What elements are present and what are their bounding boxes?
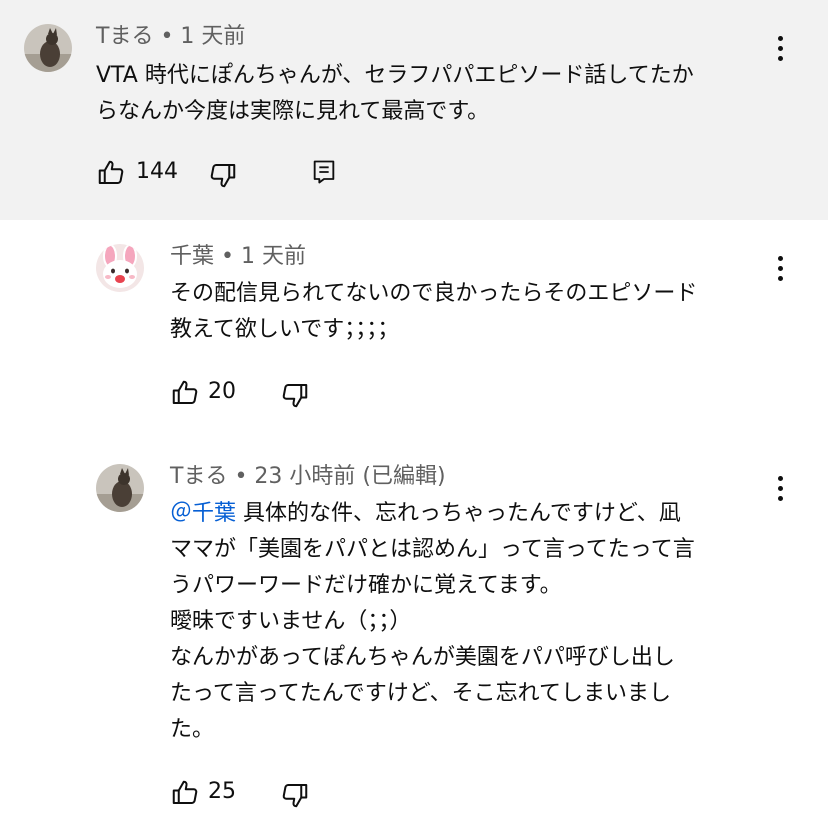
- thumbs-down-icon[interactable]: [208, 160, 238, 190]
- author-name[interactable]: Tまる: [96, 24, 153, 49]
- reply-icon[interactable]: [310, 158, 338, 186]
- author-name[interactable]: Tまる: [170, 464, 227, 489]
- comment-text: その配信見られてないので良かったらそのエピソード 教えて欲しいです；；；；: [170, 281, 698, 342]
- timestamp[interactable]: 1 天前: [180, 24, 245, 49]
- comment-text: VTA 時代にぽんちゃんが、セラフパパエピソード話してたか らなんか今度は実際に…: [96, 63, 694, 124]
- timestamp[interactable]: 23 小時前 (已編輯): [254, 464, 445, 489]
- more-vert-icon[interactable]: [770, 248, 790, 288]
- comment-text: ＠千葉 具体的な件、忘れっちゃったんですけど、凪 ママが「美園をパパとは認めん」…: [170, 496, 770, 748]
- avatar[interactable]: [24, 24, 72, 72]
- timestamp[interactable]: 1 天前: [241, 244, 306, 269]
- like-count: 144: [136, 159, 178, 184]
- cat-avatar-image: [24, 24, 72, 72]
- bunny-avatar-image: [96, 244, 144, 292]
- cat-avatar-image: [96, 464, 144, 512]
- thumbs-down-icon[interactable]: [280, 380, 310, 410]
- like-count: 20: [208, 379, 236, 404]
- comment-body: 具体的な件、忘れっちゃったんですけど、凪 ママが「美園をパパとは認めん」って言っ…: [170, 501, 695, 742]
- author-name[interactable]: 千葉: [170, 244, 214, 269]
- mention-link[interactable]: ＠千葉: [170, 501, 236, 526]
- thumbs-up-icon[interactable]: [170, 778, 200, 808]
- thumbs-up-icon[interactable]: [170, 378, 200, 408]
- comment-meta: Tまる • 23 小時前 (已編輯): [170, 462, 446, 492]
- meta-separator: •: [214, 244, 241, 269]
- avatar[interactable]: [96, 464, 144, 512]
- thumbs-up-icon[interactable]: [96, 158, 126, 188]
- like-count: 25: [208, 779, 236, 804]
- meta-separator: •: [153, 24, 181, 49]
- more-vert-icon[interactable]: [770, 468, 790, 508]
- comment-meta: Tまる • 1 天前: [96, 22, 245, 52]
- more-vert-icon[interactable]: [770, 28, 790, 68]
- meta-separator: •: [227, 464, 255, 489]
- comment-meta: 千葉 • 1 天前: [170, 242, 306, 272]
- thumbs-down-icon[interactable]: [280, 780, 310, 810]
- avatar[interactable]: [96, 244, 144, 292]
